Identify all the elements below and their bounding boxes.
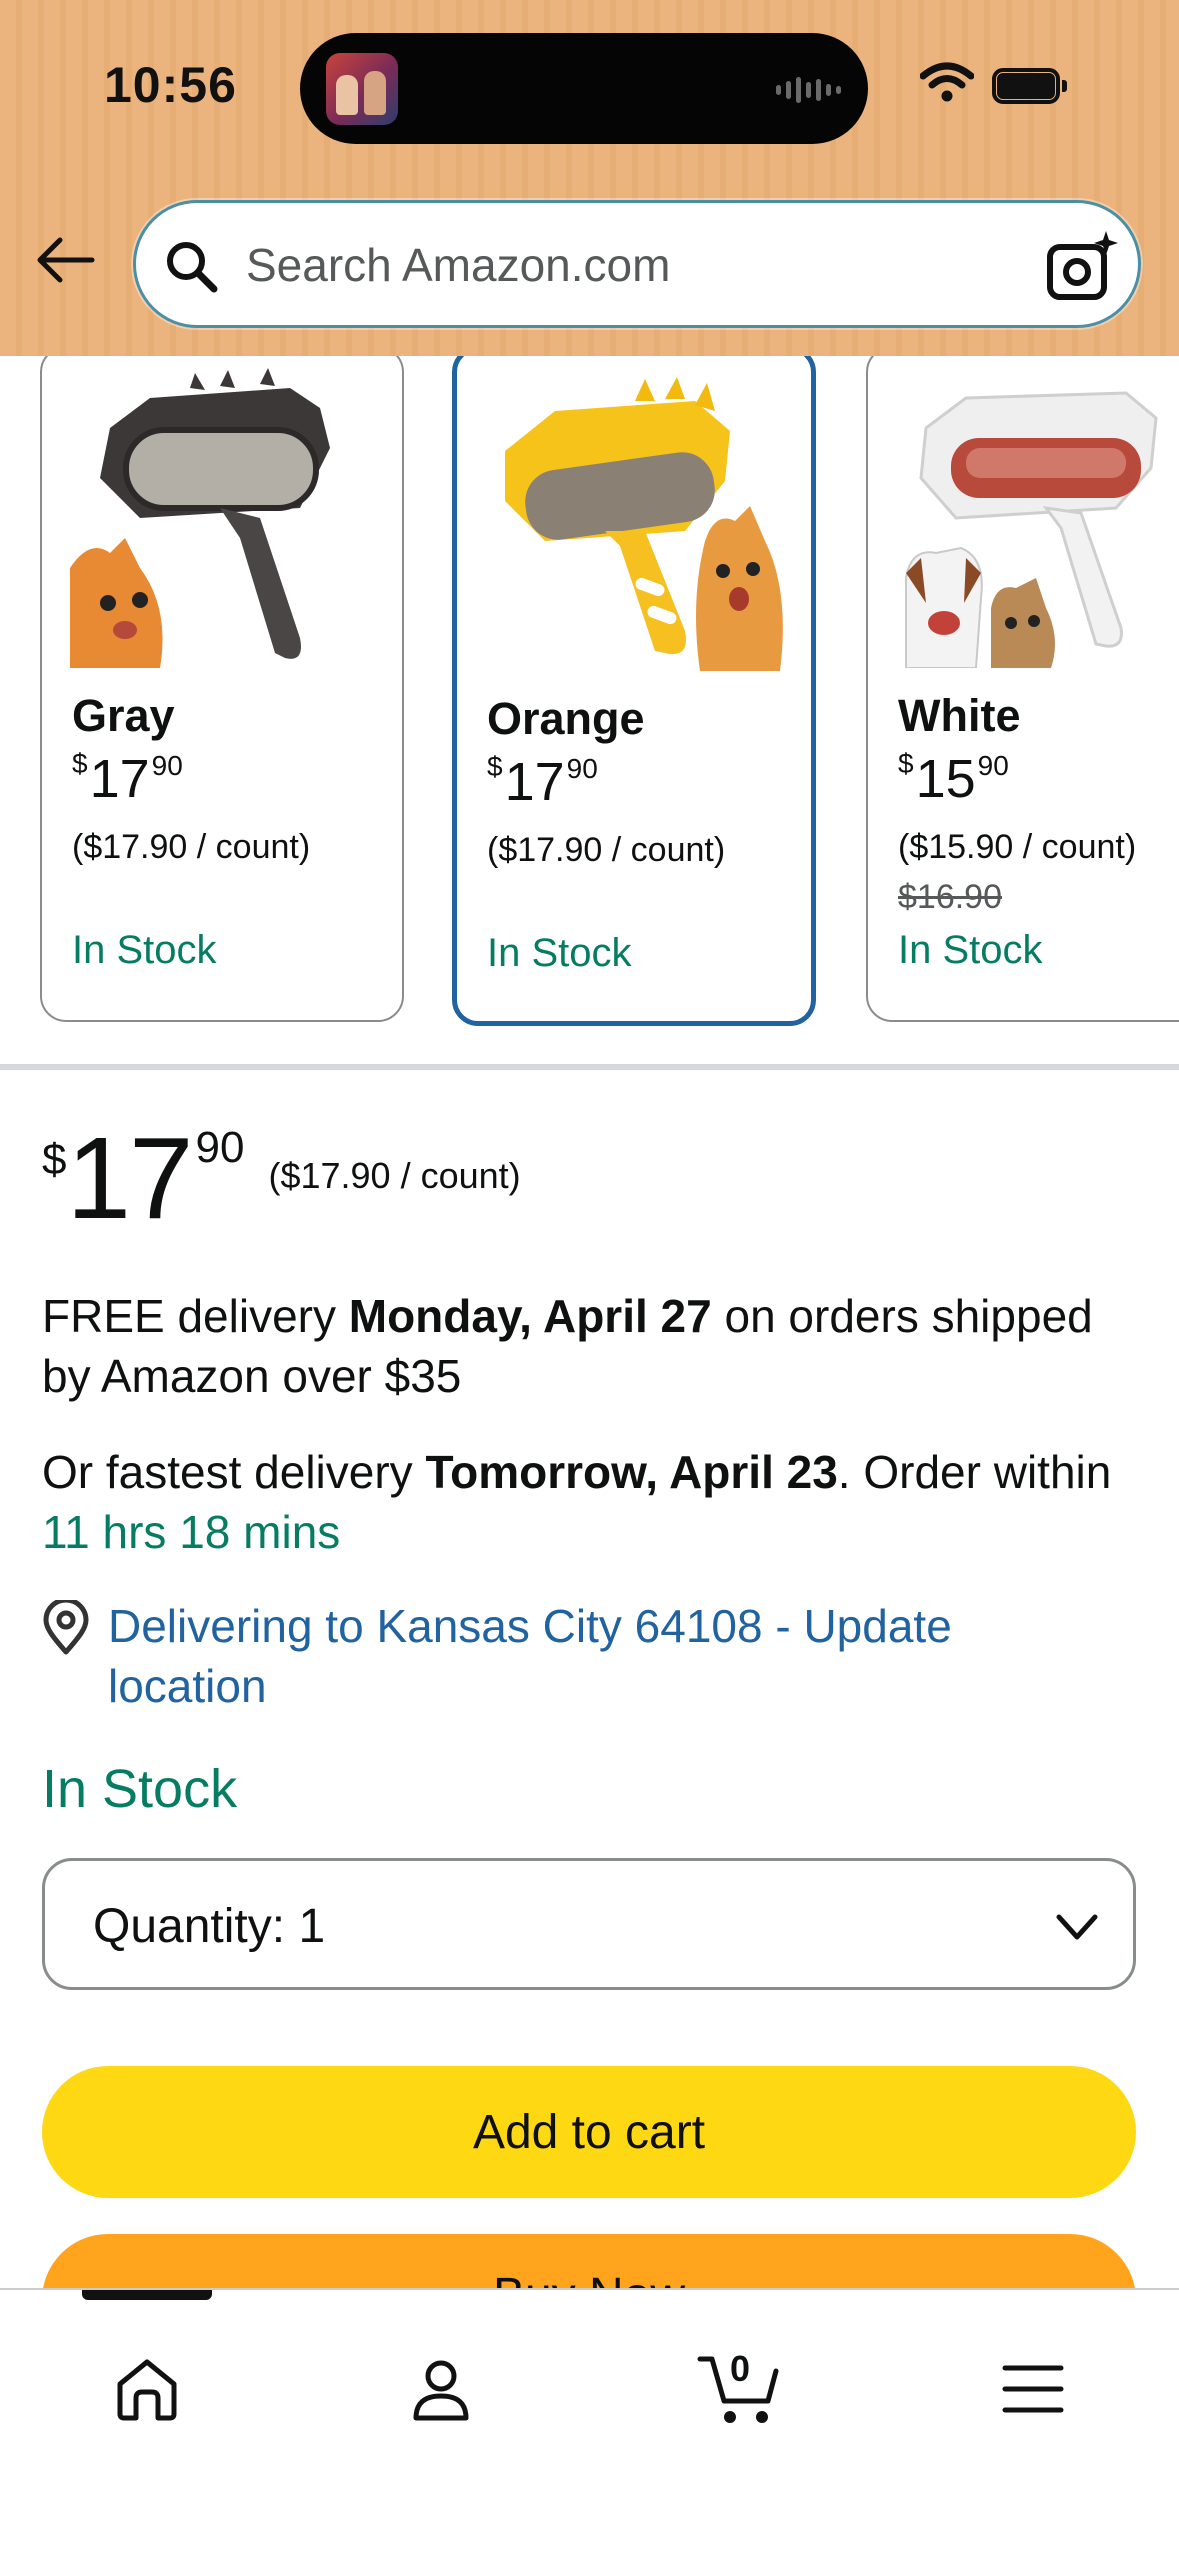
bottom-nav: 0 [0,2288,1179,2556]
menu-icon [1002,2365,1064,2413]
app-header: 10:56 [0,0,1179,356]
variant-name: White [898,690,1021,741]
variant-unit-price: ($15.90 / count) [898,828,1137,866]
quantity-select[interactable]: Quantity: 1 [42,1858,1136,1990]
product-image-orange [505,377,783,671]
quantity-value: 1 [298,1900,326,1953]
section-divider [0,1064,1179,1070]
nav-home[interactable] [92,2334,202,2444]
nav-cart[interactable]: 0 [684,2334,794,2444]
audio-waveform-icon [776,77,841,103]
stock-status: In Stock [42,1759,238,1819]
variant-name: Gray [72,690,175,741]
free-delivery-message: FREE delivery Monday, April 27 on orders… [42,1290,1093,1402]
product-image-white [905,391,1158,668]
unit-price: ($17.90 / count) [268,1155,521,1196]
fast-delivery-date: Tomorrow, April 23 [425,1446,838,1498]
variant-list-price: $16.90 [898,878,1002,916]
variant-card-gray[interactable]: Gray $1790 ($17.90 / count) In Stock [40,356,404,1022]
search-icon [167,242,218,293]
quantity-label: Quantity: [93,1900,286,1953]
variant-card-orange[interactable]: Orange $1790 ($17.90 / count) In Stock [452,356,816,1026]
search-input[interactable] [246,225,1026,305]
camera-search-icon[interactable] [1044,229,1120,305]
variant-name: Orange [487,693,645,744]
variant-price: $1790 [487,751,598,812]
variant-carousel[interactable]: Gray $1790 ($17.90 / count) In Stock Ora… [0,356,1179,1056]
variant-price: $1790 [72,748,183,809]
variant-card-white[interactable]: White $1590 ($15.90 / count) $16.90 In S… [866,356,1179,1022]
variant-unit-price: ($17.90 / count) [72,828,311,866]
order-countdown: 11 hrs 18 mins [42,1506,341,1558]
battery-icon [992,68,1068,104]
variant-stock: In Stock [487,931,632,975]
account-icon [413,2360,469,2421]
location-pin-icon [43,1600,89,1655]
add-to-cart-button[interactable]: Add to cart [42,2066,1136,2198]
variant-stock: In Stock [72,928,217,972]
home-icon [117,2359,177,2421]
active-tab-indicator [82,2290,212,2300]
product-image-gray [70,368,330,668]
status-time: 10:56 [104,57,237,113]
chevron-down-icon [1056,1914,1098,1940]
cart-count-badge: 0 [730,2348,751,2389]
variant-stock: In Stock [898,928,1043,972]
dynamic-island[interactable] [300,33,868,144]
back-arrow-icon[interactable] [34,228,98,292]
now-playing-artwork [326,53,398,125]
variant-unit-price: ($17.90 / count) [487,831,726,869]
variant-price: $1590 [898,748,1009,809]
free-delivery-date: Monday, April 27 [348,1290,712,1342]
update-location-link[interactable]: Delivering to Kansas City 64108 - Update… [108,1596,1108,1716]
nav-menu[interactable] [978,2334,1088,2444]
wifi-icon [920,62,974,102]
fast-delivery-message: Or fastest delivery Tomorrow, April 23. … [42,1446,1112,1558]
price: $1790($17.90 / count) [42,1113,521,1243]
search-bar[interactable] [133,200,1141,328]
nav-account[interactable] [386,2334,496,2444]
